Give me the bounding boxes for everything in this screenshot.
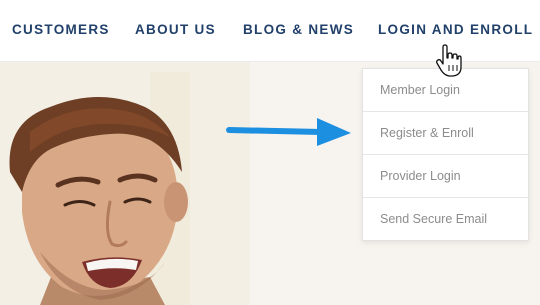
menu-item-register-enroll[interactable]: Register & Enroll (363, 112, 528, 155)
nav-blog-news[interactable]: BLOG & NEWS (243, 22, 354, 37)
login-dropdown-menu: Member Login Register & Enroll Provider … (362, 68, 529, 241)
nav-customers[interactable]: CUSTOMERS (12, 22, 110, 37)
arrow-right-icon (226, 118, 351, 146)
menu-item-send-secure-email[interactable]: Send Secure Email (363, 198, 528, 241)
nav-about-us[interactable]: ABOUT US (135, 22, 216, 37)
menu-item-provider-login[interactable]: Provider Login (363, 155, 528, 198)
hand-pointer-icon (436, 44, 462, 77)
nav-login-and-enroll[interactable]: LOGIN AND ENROLL (378, 22, 533, 37)
